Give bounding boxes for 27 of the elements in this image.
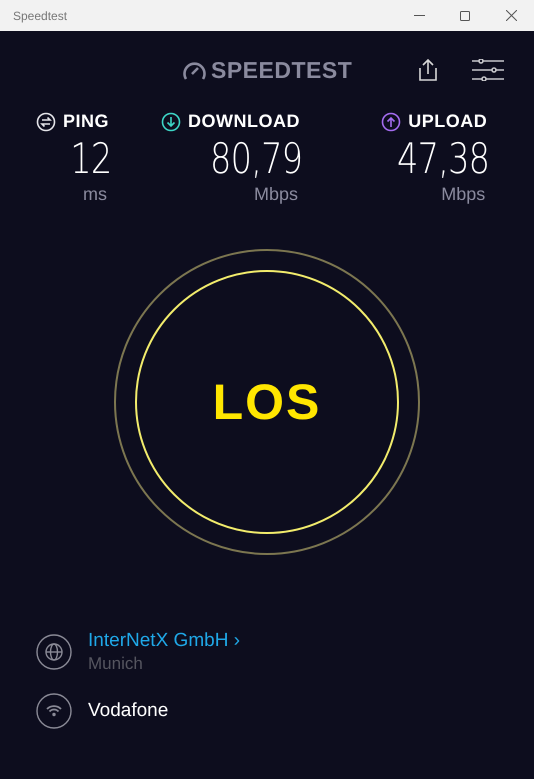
metric-unit: ms bbox=[83, 183, 108, 205]
download-icon bbox=[161, 112, 182, 132]
server-location: Munich bbox=[88, 653, 144, 675]
share-button[interactable] bbox=[418, 58, 438, 82]
wifi-icon bbox=[36, 693, 72, 729]
provider-name: Vodafone bbox=[88, 698, 168, 723]
settings-button[interactable] bbox=[472, 59, 504, 81]
server-link[interactable]: InterNetX GmbH › bbox=[88, 629, 240, 653]
window-title: Speedtest bbox=[13, 8, 68, 24]
metric-value: 80,79 bbox=[210, 135, 302, 183]
metric-unit: Mbps bbox=[254, 183, 298, 205]
minimize-icon bbox=[414, 15, 424, 16]
metric-value: 12 bbox=[70, 135, 112, 183]
metric-label: PING bbox=[63, 110, 110, 133]
metric-value: 47,38 bbox=[397, 135, 490, 183]
speedtest-logo: SPEEDTEST bbox=[211, 56, 352, 85]
metric-label: DOWNLOAD bbox=[188, 110, 300, 133]
maximize-icon bbox=[460, 10, 470, 20]
start-button[interactable]: LOS bbox=[135, 270, 399, 534]
globe-icon bbox=[36, 634, 72, 670]
upload-icon bbox=[381, 112, 402, 132]
metric-unit: Mbps bbox=[441, 183, 486, 205]
close-icon bbox=[506, 10, 516, 21]
arrows-icon bbox=[36, 112, 56, 132]
metric-label: UPLOAD bbox=[408, 110, 488, 133]
share-icon bbox=[418, 58, 438, 82]
sliders-icon bbox=[472, 59, 504, 81]
